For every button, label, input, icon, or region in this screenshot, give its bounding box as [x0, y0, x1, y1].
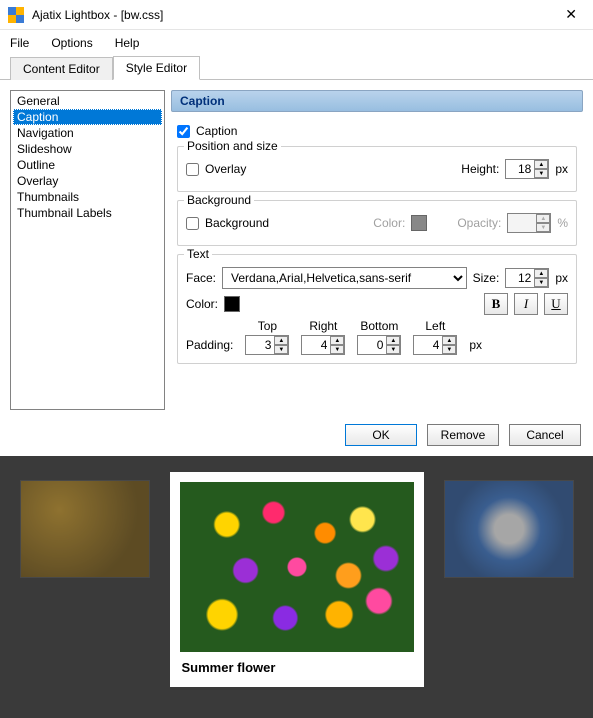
pad-left-spinner[interactable]: ▲▼ — [413, 335, 457, 355]
preview-thumb-prev[interactable] — [20, 480, 150, 578]
face-select[interactable]: Verdana,Arial,Helvetica,sans-serif — [222, 267, 467, 289]
pad-right-input[interactable] — [302, 338, 330, 352]
bg-opacity-down: ▼ — [536, 223, 550, 232]
cancel-button[interactable]: Cancel — [509, 424, 581, 446]
tab-style-editor[interactable]: Style Editor — [113, 56, 200, 80]
height-unit: px — [555, 162, 568, 176]
fieldset-text: Text Face: Verdana,Arial,Helvetica,sans-… — [177, 254, 577, 364]
pad-top-input[interactable] — [246, 338, 274, 352]
underline-button[interactable]: U — [544, 293, 568, 315]
cat-outline[interactable]: Outline — [13, 157, 162, 173]
height-down[interactable]: ▼ — [534, 169, 548, 178]
fieldset-background: Background Background Color: Opacity: ▲▼… — [177, 200, 577, 246]
preview-image — [180, 482, 414, 652]
preview-area: Summer flower — [0, 456, 593, 718]
settings-panel: Caption Caption Position and size Overla… — [171, 90, 583, 410]
editor-content: General Caption Navigation Slideshow Out… — [0, 80, 593, 420]
height-label: Height: — [461, 162, 499, 176]
overlay-label: Overlay — [205, 162, 246, 176]
category-list[interactable]: General Caption Navigation Slideshow Out… — [10, 90, 165, 410]
caption-checkbox[interactable] — [177, 125, 190, 138]
background-checkbox[interactable] — [186, 217, 199, 230]
pad-unit: px — [469, 338, 482, 355]
italic-button[interactable]: I — [514, 293, 538, 315]
legend-text: Text — [184, 247, 212, 261]
pad-bottom-input[interactable] — [358, 338, 386, 352]
text-color-label: Color: — [186, 297, 218, 311]
pad-right-spinner[interactable]: ▲▼ — [301, 335, 345, 355]
tabstrip: Content Editor Style Editor — [0, 56, 593, 80]
menu-options[interactable]: Options — [47, 34, 96, 52]
app-icon — [8, 7, 24, 23]
menu-help[interactable]: Help — [111, 34, 144, 52]
face-label: Face: — [186, 271, 216, 285]
cat-overlay[interactable]: Overlay — [13, 173, 162, 189]
cat-general[interactable]: General — [13, 93, 162, 109]
size-input[interactable] — [506, 271, 534, 285]
dialog-buttons: OK Remove Cancel — [0, 420, 593, 456]
bg-color-swatch — [411, 215, 427, 231]
window-title: Ajatix Lightbox - [bw.css] — [32, 8, 557, 22]
pad-bottom-spinner[interactable]: ▲▼ — [357, 335, 401, 355]
menubar: File Options Help — [0, 30, 593, 56]
pad-top-label: Top — [258, 319, 277, 333]
size-unit: px — [555, 271, 568, 285]
preview-thumb-next[interactable] — [444, 480, 574, 578]
bg-opacity-input — [508, 216, 536, 230]
bg-opacity-up: ▲ — [536, 214, 550, 223]
remove-button[interactable]: Remove — [427, 424, 499, 446]
ok-button[interactable]: OK — [345, 424, 417, 446]
size-label: Size: — [473, 271, 500, 285]
menu-file[interactable]: File — [6, 34, 33, 52]
height-input[interactable] — [506, 162, 534, 176]
legend-background: Background — [184, 193, 254, 207]
overlay-checkbox[interactable] — [186, 163, 199, 176]
cat-thumbnail-labels[interactable]: Thumbnail Labels — [13, 205, 162, 221]
pad-left-label: Left — [425, 319, 445, 333]
legend-position-size: Position and size — [184, 139, 281, 153]
cat-caption[interactable]: Caption — [13, 109, 162, 125]
size-spinner[interactable]: ▲▼ — [505, 268, 549, 288]
bg-opacity-spinner: ▲▼ — [507, 213, 551, 233]
panel-header: Caption — [171, 90, 583, 112]
background-label: Background — [205, 216, 269, 230]
pad-top-spinner[interactable]: ▲▼ — [245, 335, 289, 355]
size-down[interactable]: ▼ — [534, 278, 548, 287]
tab-content-editor[interactable]: Content Editor — [10, 57, 113, 80]
size-up[interactable]: ▲ — [534, 269, 548, 278]
caption-checkbox-label: Caption — [196, 124, 237, 138]
pad-right-label: Right — [309, 319, 337, 333]
fieldset-position-size: Position and size Overlay Height: ▲▼ px — [177, 146, 577, 192]
height-spinner[interactable]: ▲▼ — [505, 159, 549, 179]
cat-navigation[interactable]: Navigation — [13, 125, 162, 141]
close-button[interactable]: ✕ — [557, 6, 585, 23]
height-up[interactable]: ▲ — [534, 160, 548, 169]
titlebar: Ajatix Lightbox - [bw.css] ✕ — [0, 0, 593, 30]
bg-opacity-label: Opacity: — [457, 216, 501, 230]
bg-opacity-unit: % — [557, 216, 568, 230]
cat-thumbnails[interactable]: Thumbnails — [13, 189, 162, 205]
bold-button[interactable]: B — [484, 293, 508, 315]
text-color-swatch[interactable] — [224, 296, 240, 312]
preview-card: Summer flower — [170, 472, 424, 687]
bg-color-label: Color: — [373, 216, 405, 230]
pad-left-input[interactable] — [414, 338, 442, 352]
padding-label: Padding: — [186, 338, 233, 355]
cat-slideshow[interactable]: Slideshow — [13, 141, 162, 157]
preview-caption: Summer flower — [180, 652, 414, 677]
pad-bottom-label: Bottom — [360, 319, 398, 333]
